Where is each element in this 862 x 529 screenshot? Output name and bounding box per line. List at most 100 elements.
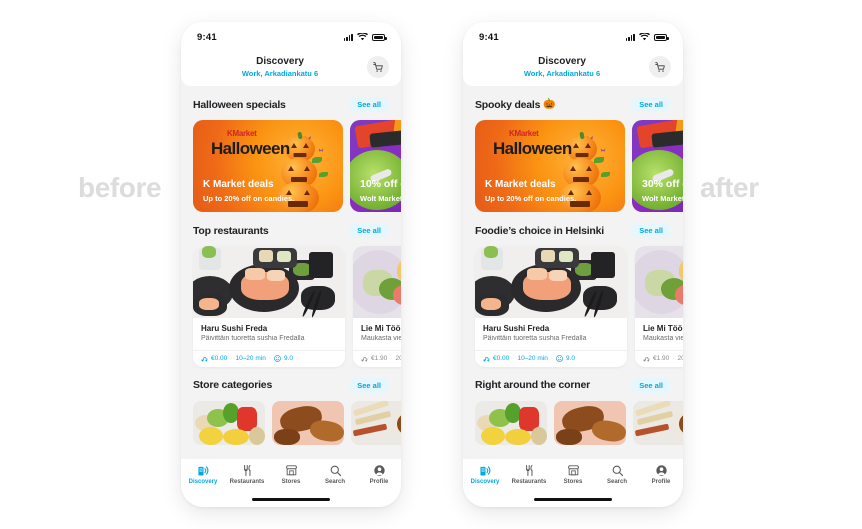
restaurant-description: Maukasta vietn (643, 334, 683, 342)
see-all-button[interactable]: See all (631, 377, 671, 393)
restaurant-card[interactable]: Haru Sushi Freda Päivittäin tuoretta sus… (193, 246, 345, 367)
category-card-vegetables[interactable] (475, 400, 547, 445)
delivery-icon (361, 356, 368, 361)
promo-card-kmarket[interactable]: KMarket Halloween K Market deals Up to 2… (193, 120, 343, 212)
restaurant-meta: €1.90 · 20 (635, 349, 683, 367)
restaurant-photo (193, 246, 345, 318)
section-title-text: Top restaurants (193, 224, 269, 237)
restaurant-card[interactable]: Haru Sushi Freda Päivittäin tuoretta sus… (475, 246, 627, 367)
discovery-icon (197, 466, 208, 476)
see-all-button[interactable]: See all (631, 223, 671, 238)
section-title: Halloween specials (193, 99, 289, 111)
delivery-icon (643, 356, 650, 361)
shopping-cart-icon[interactable] (367, 56, 389, 78)
section-title: Spooky deals 🎃 (475, 99, 556, 111)
restaurant-info: Lie Mi Töölö Maukasta vietn (635, 318, 683, 345)
app-header: Discovery Work, Arkadiankatu 6 (463, 48, 683, 86)
tab-label: Profile (369, 479, 389, 485)
tab-restaurants[interactable]: Restaurants (509, 464, 549, 485)
kmarket-logo-word: Market (514, 129, 539, 138)
status-bar: 9:41 (463, 22, 683, 48)
meta-separator: · (672, 354, 675, 362)
promo-subtitle: Up to 20% off on candies. (485, 194, 577, 203)
restaurant-info: Lie Mi Töölö Maukasta vietn (353, 318, 401, 345)
tab-stores[interactable]: Stores (271, 464, 311, 485)
restaurant-card[interactable]: Lie Mi Töölö Maukasta vietn €1.90 · 20 (635, 246, 683, 367)
delivery-time: 10–20 min (235, 354, 266, 362)
tab-label: Search (324, 479, 345, 485)
tab-search[interactable]: Search (315, 464, 355, 485)
restaurant-meta: €0.00 · 10–20 min · 9.0 (475, 349, 627, 367)
see-all-button[interactable]: See all (349, 223, 389, 238)
promo-card-woltmarket[interactable]: 10% off on Wolt Market (350, 120, 401, 212)
tab-profile[interactable]: Profile (359, 464, 399, 485)
tab-discovery[interactable]: Discovery (465, 464, 505, 485)
meta-separator: · (230, 354, 233, 362)
promo-carousel[interactable]: KMarket Halloween K Market deals Up to 2… (181, 120, 401, 212)
tab-label: Search (606, 479, 627, 485)
see-all-button[interactable]: See all (349, 97, 389, 112)
discovery-icon (479, 466, 490, 476)
header-text-group: Discovery Work, Arkadiankatu 6 (475, 56, 649, 79)
promo-subtitle: Wolt Market (642, 194, 683, 203)
delivery-time: 20 (395, 354, 401, 362)
category-carousel[interactable] (463, 400, 683, 445)
tab-profile[interactable]: Profile (641, 464, 681, 485)
restaurant-carousel[interactable]: Haru Sushi Freda Päivittäin tuoretta sus… (463, 246, 683, 367)
section-title-text: Spooky deals (475, 98, 541, 111)
delivery-time: 20 (677, 354, 683, 362)
section-title: Foodie’s choice in Helsinki (475, 225, 607, 237)
rating-value: 9.0 (283, 354, 294, 362)
promo-carousel[interactable]: KMarket Halloween K Market deals Up to 2… (463, 120, 683, 212)
restaurant-card[interactable]: Lie Mi Töölö Maukasta vietn €1.90 · 20 (353, 246, 401, 367)
section-title: Right around the corner (475, 379, 593, 391)
delivery-address[interactable]: Work, Arkadiankatu 6 (193, 68, 367, 79)
status-clock: 9:41 (197, 31, 217, 43)
tab-search[interactable]: Search (597, 464, 637, 485)
promo-card-woltmarket[interactable]: 30% off on Wolt Market (632, 120, 683, 212)
category-card-bread[interactable] (272, 400, 344, 445)
category-card-pasta[interactable] (351, 400, 401, 445)
category-card-bread[interactable] (554, 400, 626, 445)
search-icon (612, 465, 623, 477)
section-title: Store categories (193, 379, 275, 391)
kmarket-logo: KMarket (509, 129, 539, 138)
profile-icon (373, 465, 385, 476)
tab-stores[interactable]: Stores (553, 464, 593, 485)
store-icon (567, 465, 579, 476)
wifi-icon (357, 33, 368, 41)
tab-restaurants[interactable]: Restaurants (227, 464, 267, 485)
tab-discovery[interactable]: Discovery (183, 464, 223, 485)
shopping-cart-icon[interactable] (649, 56, 671, 78)
category-carousel[interactable] (181, 400, 401, 445)
bottom-tab-bar: Discovery Restaurants Stores Search Prof… (181, 459, 401, 507)
watermark-after: after (700, 172, 759, 203)
home-indicator (534, 497, 612, 501)
delivery-address[interactable]: Work, Arkadiankatu 6 (475, 68, 649, 79)
halloween-headline: Halloween (211, 139, 290, 158)
section-title-text: Store categories (193, 379, 273, 391)
see-all-button[interactable]: See all (349, 377, 389, 393)
restaurant-carousel[interactable]: Haru Sushi Freda Päivittäin tuoretta sus… (181, 246, 401, 367)
restaurant-description: Päivittäin tuoretta sushia Fredalla (201, 334, 305, 342)
tab-label: Restaurants (511, 479, 547, 485)
page-title: Discovery (256, 55, 304, 67)
search-icon (330, 465, 341, 477)
watermark-before: before (78, 172, 162, 203)
promo-card-kmarket[interactable]: KMarket Halloween K Market deals Up to 2… (475, 120, 625, 212)
category-card-pasta[interactable] (633, 400, 683, 445)
meta-separator: · (390, 354, 393, 362)
delivery-icon (201, 356, 208, 361)
restaurant-description: Päivittäin tuoretta sushia Fredalla (483, 334, 587, 342)
section-header-restaurants: Top restaurants See all (181, 212, 401, 246)
see-all-button[interactable]: See all (631, 97, 671, 112)
section-title: Top restaurants (193, 225, 272, 237)
screen-content: Spooky deals 🎃 See all KMarket Halloween… (463, 86, 683, 445)
category-card-vegetables[interactable] (193, 400, 265, 445)
app-header: Discovery Work, Arkadiankatu 6 (181, 48, 401, 86)
section-header-promos: Halloween specials See all (181, 86, 401, 120)
restaurant-name: Haru Sushi Freda (483, 324, 550, 333)
tab-label: Discovery (188, 479, 218, 485)
section-title-text: Foodie’s choice in Helsinki (475, 224, 604, 237)
cutlery-icon (243, 464, 250, 477)
